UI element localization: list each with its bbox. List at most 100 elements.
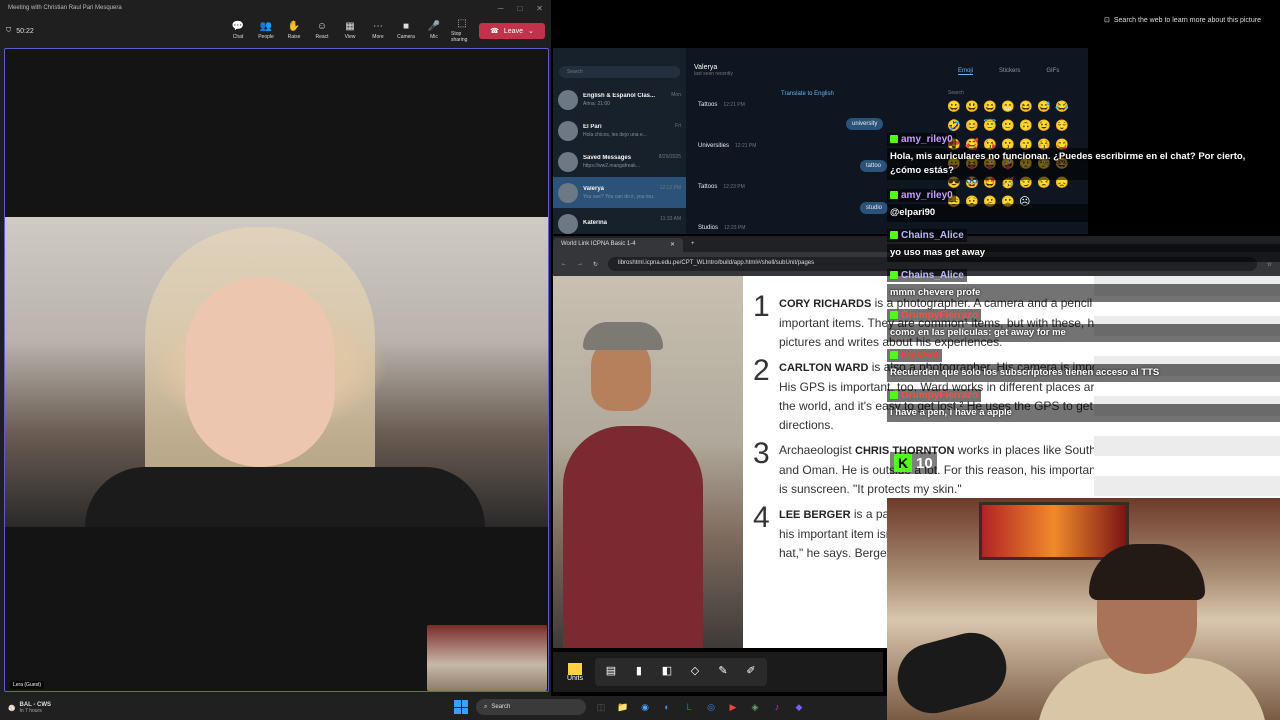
chat-username: KickBot [901, 349, 939, 361]
tab-close-icon[interactable]: ✕ [670, 241, 675, 249]
conversation-status: last seen recently [694, 71, 733, 77]
taskbar-app-icon[interactable]: ◐ [660, 700, 674, 714]
kick-badge-icon [890, 351, 898, 359]
tool-raise[interactable]: ✋ Raise [283, 22, 305, 41]
tab-gifs[interactable]: GIFs [1046, 68, 1059, 75]
chat-list: English & Español Clas... Arina: 21:00 Mon… [553, 84, 686, 234]
eraser-icon[interactable]: ◇ [687, 664, 703, 680]
emoji-item[interactable]: 😆 [1019, 100, 1037, 119]
chat-time: Fri [675, 123, 681, 129]
close-icon[interactable]: ✕ [536, 4, 543, 13]
weather-widget[interactable]: ⚾ BAL - CWS In 7 hours [0, 702, 140, 714]
share-icon: ⬚ [457, 18, 467, 29]
taskbar-app-icon[interactable]: ◉ [638, 700, 652, 714]
emoji-search-input[interactable]: Search [948, 90, 964, 96]
kick-badge-icon [890, 271, 898, 279]
new-tab-icon[interactable]: + [691, 241, 695, 247]
emoji-item[interactable]: 😁 [1001, 100, 1019, 119]
translate-link[interactable]: Translate to English [781, 91, 834, 97]
lens-search-hint[interactable]: ⊡ Search the web to learn more about thi… [1104, 16, 1261, 25]
back-icon[interactable]: ← [561, 261, 567, 267]
leave-button[interactable]: ☎ Leave ⌄ [479, 23, 545, 39]
chat-name: El Pari [583, 123, 602, 130]
chat-list-item[interactable]: El Pari Hola chicos, les dejo una e... Fri [553, 115, 686, 146]
chevron-down-icon[interactable]: ⌄ [528, 27, 534, 35]
taskbar-app-icon[interactable]: L [682, 700, 696, 714]
message-in: Studios 12:23 PM [698, 225, 746, 231]
pen-icon[interactable]: ✎ [715, 664, 731, 680]
self-view-video[interactable] [427, 625, 547, 691]
tool-more[interactable]: ⋯ More [367, 22, 389, 41]
message-in: Tattoos 12:23 PM [698, 184, 745, 190]
tool-mic[interactable]: 🎤 Mic [423, 22, 445, 41]
reload-icon[interactable]: ↻ [593, 261, 598, 268]
taskbar-app-icon[interactable]: ◫ [594, 700, 608, 714]
taskbar-search[interactable]: ⌕ Search [476, 699, 586, 715]
tool-view[interactable]: ▦ View [339, 22, 361, 41]
taskbar-app-icon[interactable]: ▶ [726, 700, 740, 714]
lens-hint-text: Search the web to learn more about this … [1113, 16, 1261, 24]
chat-message-text: Recuerden que solo los subscriptores tie… [887, 364, 1280, 382]
marker-icon[interactable]: ✐ [743, 664, 759, 680]
browser-tab[interactable]: World Link ICPNA Basic 1-4 ✕ [553, 238, 683, 252]
streamer-webcam [887, 498, 1280, 720]
tool-camera[interactable]: ■ Camera [395, 22, 417, 41]
taskbar-app-icon[interactable]: ♪ [770, 700, 784, 714]
tool-stop-sharing[interactable]: ⬚ Stop sharing [451, 18, 473, 44]
chat-username-row: GrumpyFierrazo [887, 308, 982, 322]
stream-chat-message: GrumpyFierrazo i have a pen, i have a app… [887, 386, 1280, 422]
window-controls: ─ □ ✕ [498, 4, 551, 13]
taskbar-app-icon[interactable]: ◎ [704, 700, 718, 714]
chat-message-text: yo uso mas get away [887, 244, 1280, 262]
windows-start-icon[interactable] [454, 700, 468, 714]
taskbar-app-icon[interactable]: 📁 [616, 700, 630, 714]
chat-username: amy_riley0 [901, 189, 953, 201]
avatar [558, 182, 578, 203]
taskbar-app-icon[interactable]: ◈ [748, 700, 762, 714]
highlight-icon[interactable]: ▤ [603, 664, 619, 680]
emoji-item[interactable]: 😀 [947, 100, 965, 119]
forward-icon[interactable]: → [577, 261, 583, 267]
chat-text: English & Español Clas... Arina: 21:00 [583, 93, 666, 107]
annotation-tools: ▤ ▮ ◧ ◇ ✎ ✐ [594, 658, 767, 686]
tool-label: View [344, 34, 356, 40]
emoji-item[interactable]: 😄 [983, 100, 1001, 119]
pages-icon[interactable]: ◧ [659, 664, 675, 680]
tool-people[interactable]: 👥 People [255, 22, 277, 41]
search-icon: ⌕ [484, 703, 488, 710]
photo-person-body [563, 426, 703, 648]
tool-label: Camera [397, 34, 415, 40]
maximize-icon[interactable]: □ [517, 4, 522, 13]
units-grid-icon [567, 662, 582, 675]
emoji-item[interactable]: 😃 [965, 100, 983, 119]
chat-list-item[interactable]: Valerya You see? You can do it, you mu...… [553, 177, 686, 208]
chat-time: Mon [671, 92, 681, 98]
tool-chat[interactable]: 💬 Chat [227, 22, 249, 41]
paragraph-number: 4 [753, 501, 770, 534]
tool-react[interactable]: ☺ React [311, 22, 333, 41]
chat-list-item[interactable]: Katerina 11:33 AM [553, 208, 686, 234]
bookmark-icon[interactable]: ▮ [631, 664, 647, 680]
meeting-timer: ⛉ 50:22 [6, 27, 34, 35]
chat-username-row: KickBot [887, 348, 942, 362]
tab-stickers[interactable]: Stickers [999, 68, 1020, 75]
chat-search-input[interactable]: Search [559, 66, 680, 78]
chat-time: 12:12 PM [659, 185, 681, 191]
chat-message-text: i have a pen, i have a apple [887, 404, 1280, 422]
emoji-item[interactable]: 😅 [1037, 100, 1055, 119]
chat-list-item[interactable]: Saved Messages https://ww2.mangafreak... 8… [553, 146, 686, 177]
units-button[interactable]: Units [567, 662, 583, 682]
chat-list-item[interactable]: English & Español Clas... Arina: 21:00 Mon [553, 84, 686, 115]
taskbar-app-icon[interactable]: ◆ [792, 700, 806, 714]
meeting-duration: 50:22 [16, 27, 34, 35]
weather-icon: ⚾ [8, 705, 16, 712]
chat-message-text: @elpari90 [887, 204, 1280, 222]
minimize-icon[interactable]: ─ [498, 4, 504, 13]
meeting-toolbar: ⛉ 50:22 💬 Chat 👥 People ✋ Raise ☺ React ▦ View ⋯ Mo… [0, 16, 551, 46]
tab-emoji[interactable]: Emoji [958, 68, 974, 75]
participant-name-tag: Lera (Guest) [10, 681, 45, 689]
microphone-arm [889, 624, 1015, 720]
emoji-item[interactable]: 😂 [1055, 100, 1073, 119]
message-out: university [846, 118, 884, 130]
chat-preview: Hola chicos, les dejo una e... [583, 131, 647, 138]
